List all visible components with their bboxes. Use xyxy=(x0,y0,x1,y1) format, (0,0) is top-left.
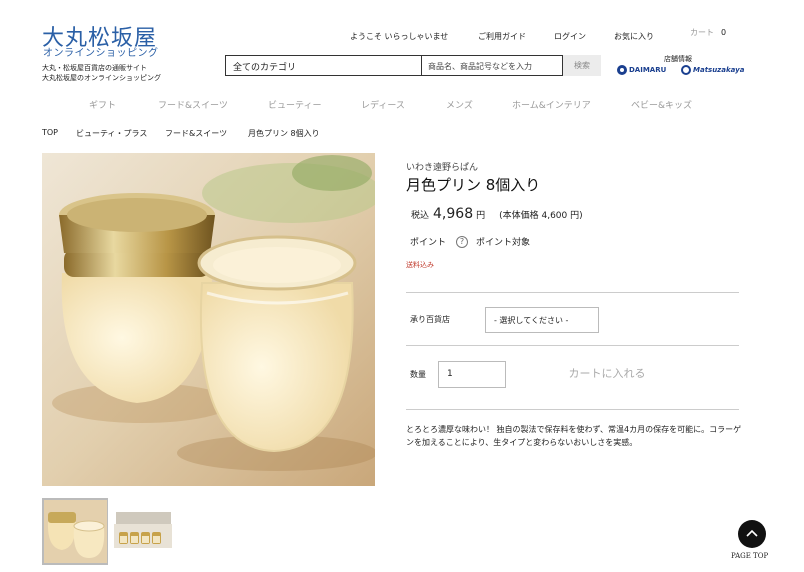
catnav-home[interactable]: ホーム&インテリア xyxy=(512,98,591,111)
quantity-label: 数量 xyxy=(410,370,426,379)
divider xyxy=(406,345,739,346)
divider xyxy=(406,409,739,410)
divider xyxy=(406,292,739,293)
chevron-up-icon xyxy=(746,529,758,537)
breadcrumb-beauty-plus[interactable]: ビューティ・プラス xyxy=(76,128,147,139)
cart-link[interactable]: カート xyxy=(690,27,714,38)
breadcrumb-food[interactable]: フード&スイーツ xyxy=(165,128,227,139)
breadcrumb-current: 月色プリン 8個入り xyxy=(248,129,320,138)
logo-desc-line-2: 大丸松坂屋のオンラインショッピング xyxy=(42,74,161,82)
guide-link[interactable]: ご利用ガイド xyxy=(478,31,526,42)
help-icon[interactable]: ? xyxy=(456,235,469,248)
catnav-beauty[interactable]: ビューティー xyxy=(268,98,321,111)
catnav-gift[interactable]: ギフト xyxy=(89,98,116,111)
daimaru-mark-icon xyxy=(617,65,627,75)
price-value: 4,968 xyxy=(433,206,474,222)
store-select-label: 承り百貨店 xyxy=(410,315,450,324)
shipping-badge: 送料込み xyxy=(406,261,434,269)
matsuzakaya-mark-icon xyxy=(681,65,691,75)
welcome-text: ようこそ いらっしゃいませ xyxy=(350,32,449,41)
thumbnail-2-image xyxy=(108,498,175,565)
product-title: 月色プリン 8個入り xyxy=(406,176,541,194)
product-brand[interactable]: いわき遠野らぱん xyxy=(406,160,478,173)
thumbnail-1-image xyxy=(44,500,107,563)
product-description: とろとろ濃厚な味わい！ 独自の製法で保存料を使わず、常温4カ月の保存を可能に。コ… xyxy=(406,425,742,447)
logo-desc-line-1: 大丸・松坂屋百貨店の通販サイト xyxy=(42,64,147,72)
price-unit: 円 xyxy=(476,211,486,221)
catnav-food[interactable]: フード&スイーツ xyxy=(158,98,228,111)
matsuzakaya-logo[interactable]: Matsuzakaya xyxy=(681,65,744,75)
logo-description: 大丸・松坂屋百貨店の通販サイト 大丸松坂屋のオンラインショッピング xyxy=(42,63,161,83)
page-top-label[interactable]: PAGE TOP xyxy=(731,552,768,560)
points-row: ポイント ? ポイント対象 xyxy=(410,235,530,248)
store-select[interactable]: - 選択してください - xyxy=(485,307,599,333)
points-label: ポイント xyxy=(410,238,447,248)
catnav-ladies[interactable]: レディース xyxy=(361,98,405,111)
breadcrumb-top[interactable]: TOP xyxy=(42,128,58,137)
matsuzakaya-text: Matsuzakaya xyxy=(693,66,745,74)
search-button[interactable]: 検索 xyxy=(563,55,601,76)
thumbnail-1[interactable] xyxy=(42,498,109,565)
catnav-mens[interactable]: メンズ xyxy=(446,98,473,111)
pudding-jars-photo xyxy=(42,153,375,486)
search-bar: 全てのカテゴリ 商品名、商品記号などを入力 検索 xyxy=(225,55,601,76)
login-link[interactable]: ログイン xyxy=(554,31,586,42)
logo-subtitle[interactable]: オンラインショッピング xyxy=(43,44,159,59)
product-main-image[interactable] xyxy=(42,153,375,486)
daimaru-text: DAIMARU xyxy=(629,66,667,74)
price-base: (本体価格 4,600 円) xyxy=(499,211,583,221)
store-info-link[interactable]: 店舗情報 xyxy=(664,54,692,64)
price-prefix: 税込 xyxy=(411,211,430,221)
favorites-link[interactable]: お気に入り xyxy=(614,31,654,42)
cart-count-badge: 0 xyxy=(721,28,727,37)
thumbnail-2[interactable] xyxy=(108,498,175,565)
page-top-button[interactable] xyxy=(738,520,766,548)
points-value: ポイント対象 xyxy=(476,238,531,248)
quantity-input[interactable]: 1 xyxy=(438,361,506,388)
search-input[interactable]: 商品名、商品記号などを入力 xyxy=(422,55,563,76)
add-to-cart-button[interactable]: カートに入れる xyxy=(548,360,666,388)
category-select[interactable]: 全てのカテゴリ xyxy=(225,55,422,76)
daimaru-logo[interactable]: DAIMARU xyxy=(617,65,666,75)
price-row: 税込 4,968 円 (本体価格 4,600 円) xyxy=(411,206,583,222)
catnav-baby[interactable]: ベビー&キッズ xyxy=(631,98,692,111)
